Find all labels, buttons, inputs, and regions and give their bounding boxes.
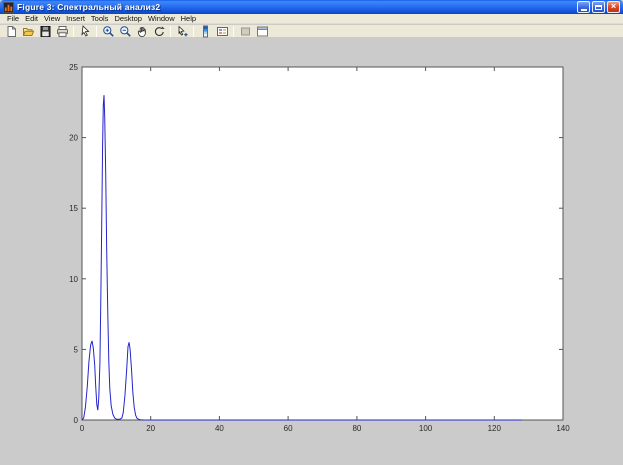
svg-text:140: 140: [556, 424, 570, 433]
svg-text:100: 100: [419, 424, 433, 433]
svg-text:25: 25: [69, 63, 78, 72]
print-figure-button[interactable]: [54, 25, 70, 38]
svg-text:120: 120: [488, 424, 502, 433]
open-file-icon: [22, 25, 35, 38]
insert-legend-icon: [216, 25, 229, 38]
insert-colorbar-button[interactable]: [197, 25, 213, 38]
matlab-figure-icon: [3, 2, 14, 13]
svg-text:0: 0: [80, 424, 85, 433]
pan-icon: [136, 25, 149, 38]
close-button[interactable]: ×: [607, 1, 620, 13]
menu-item-insert[interactable]: Insert: [63, 14, 88, 24]
print-figure-icon: [56, 25, 69, 38]
hide-plot-tools-button[interactable]: [237, 25, 253, 38]
show-plot-tools-button[interactable]: [254, 25, 270, 38]
menu-item-help[interactable]: Help: [178, 14, 199, 24]
menubar: FileEditViewInsertToolsDesktopWindowHelp: [0, 14, 623, 24]
toolbar-separator: [170, 26, 171, 37]
edit-plot-icon: [79, 25, 92, 38]
svg-text:15: 15: [69, 204, 78, 213]
svg-text:20: 20: [69, 134, 78, 143]
edit-plot-button[interactable]: [77, 25, 93, 38]
data-cursor-icon: [176, 25, 189, 38]
figure-canvas: 0 20 40 60 80 100 120 140 0 5 10 15 20 25: [0, 38, 623, 465]
svg-text:80: 80: [352, 424, 361, 433]
maximize-button[interactable]: [592, 1, 605, 13]
minimize-button[interactable]: [577, 1, 590, 13]
window-title: Figure 3: Спектральный анализ2: [17, 2, 574, 12]
zoom-out-button[interactable]: [117, 25, 133, 38]
pan-button[interactable]: [134, 25, 150, 38]
svg-text:5: 5: [74, 345, 79, 354]
svg-text:40: 40: [215, 424, 224, 433]
svg-text:60: 60: [284, 424, 293, 433]
insert-legend-button[interactable]: [214, 25, 230, 38]
matlab-figure-window: Figure 3: Спектральный анализ2 × FileEdi…: [0, 0, 623, 465]
save-figure-button[interactable]: [37, 25, 53, 38]
window-controls: ×: [577, 1, 620, 13]
toolbar-separator: [96, 26, 97, 37]
show-plot-tools-icon: [256, 25, 269, 38]
insert-colorbar-icon: [199, 25, 212, 38]
new-figure-icon: [5, 25, 18, 38]
save-figure-icon: [39, 25, 52, 38]
new-figure-button[interactable]: [3, 25, 19, 38]
minimize-icon: [581, 9, 587, 11]
menu-item-view[interactable]: View: [41, 14, 63, 24]
svg-text:0: 0: [74, 416, 79, 425]
menu-item-tools[interactable]: Tools: [88, 14, 112, 24]
zoom-in-icon: [102, 25, 115, 38]
menu-item-edit[interactable]: Edit: [22, 14, 41, 24]
svg-text:10: 10: [69, 275, 78, 284]
figure-toolbar: [0, 25, 623, 38]
rotate-3d-icon: [153, 25, 166, 38]
menu-item-window[interactable]: Window: [145, 14, 178, 24]
toolbar-separator: [233, 26, 234, 37]
titlebar[interactable]: Figure 3: Спектральный анализ2 ×: [0, 0, 623, 14]
zoom-in-button[interactable]: [100, 25, 116, 38]
maximize-icon: [595, 5, 602, 10]
menu-item-desktop[interactable]: Desktop: [111, 14, 145, 24]
open-file-button[interactable]: [20, 25, 36, 38]
spectrum-chart: 0 20 40 60 80 100 120 140 0 5 10 15 20 25: [0, 38, 623, 465]
svg-text:20: 20: [146, 424, 155, 433]
menu-item-file[interactable]: File: [4, 14, 22, 24]
toolbar-separator: [193, 26, 194, 37]
rotate-3d-button[interactable]: [151, 25, 167, 38]
toolbar-separator: [73, 26, 74, 37]
zoom-out-icon: [119, 25, 132, 38]
hide-plot-tools-icon: [239, 25, 252, 38]
data-cursor-button[interactable]: [174, 25, 190, 38]
close-icon: ×: [611, 2, 616, 11]
